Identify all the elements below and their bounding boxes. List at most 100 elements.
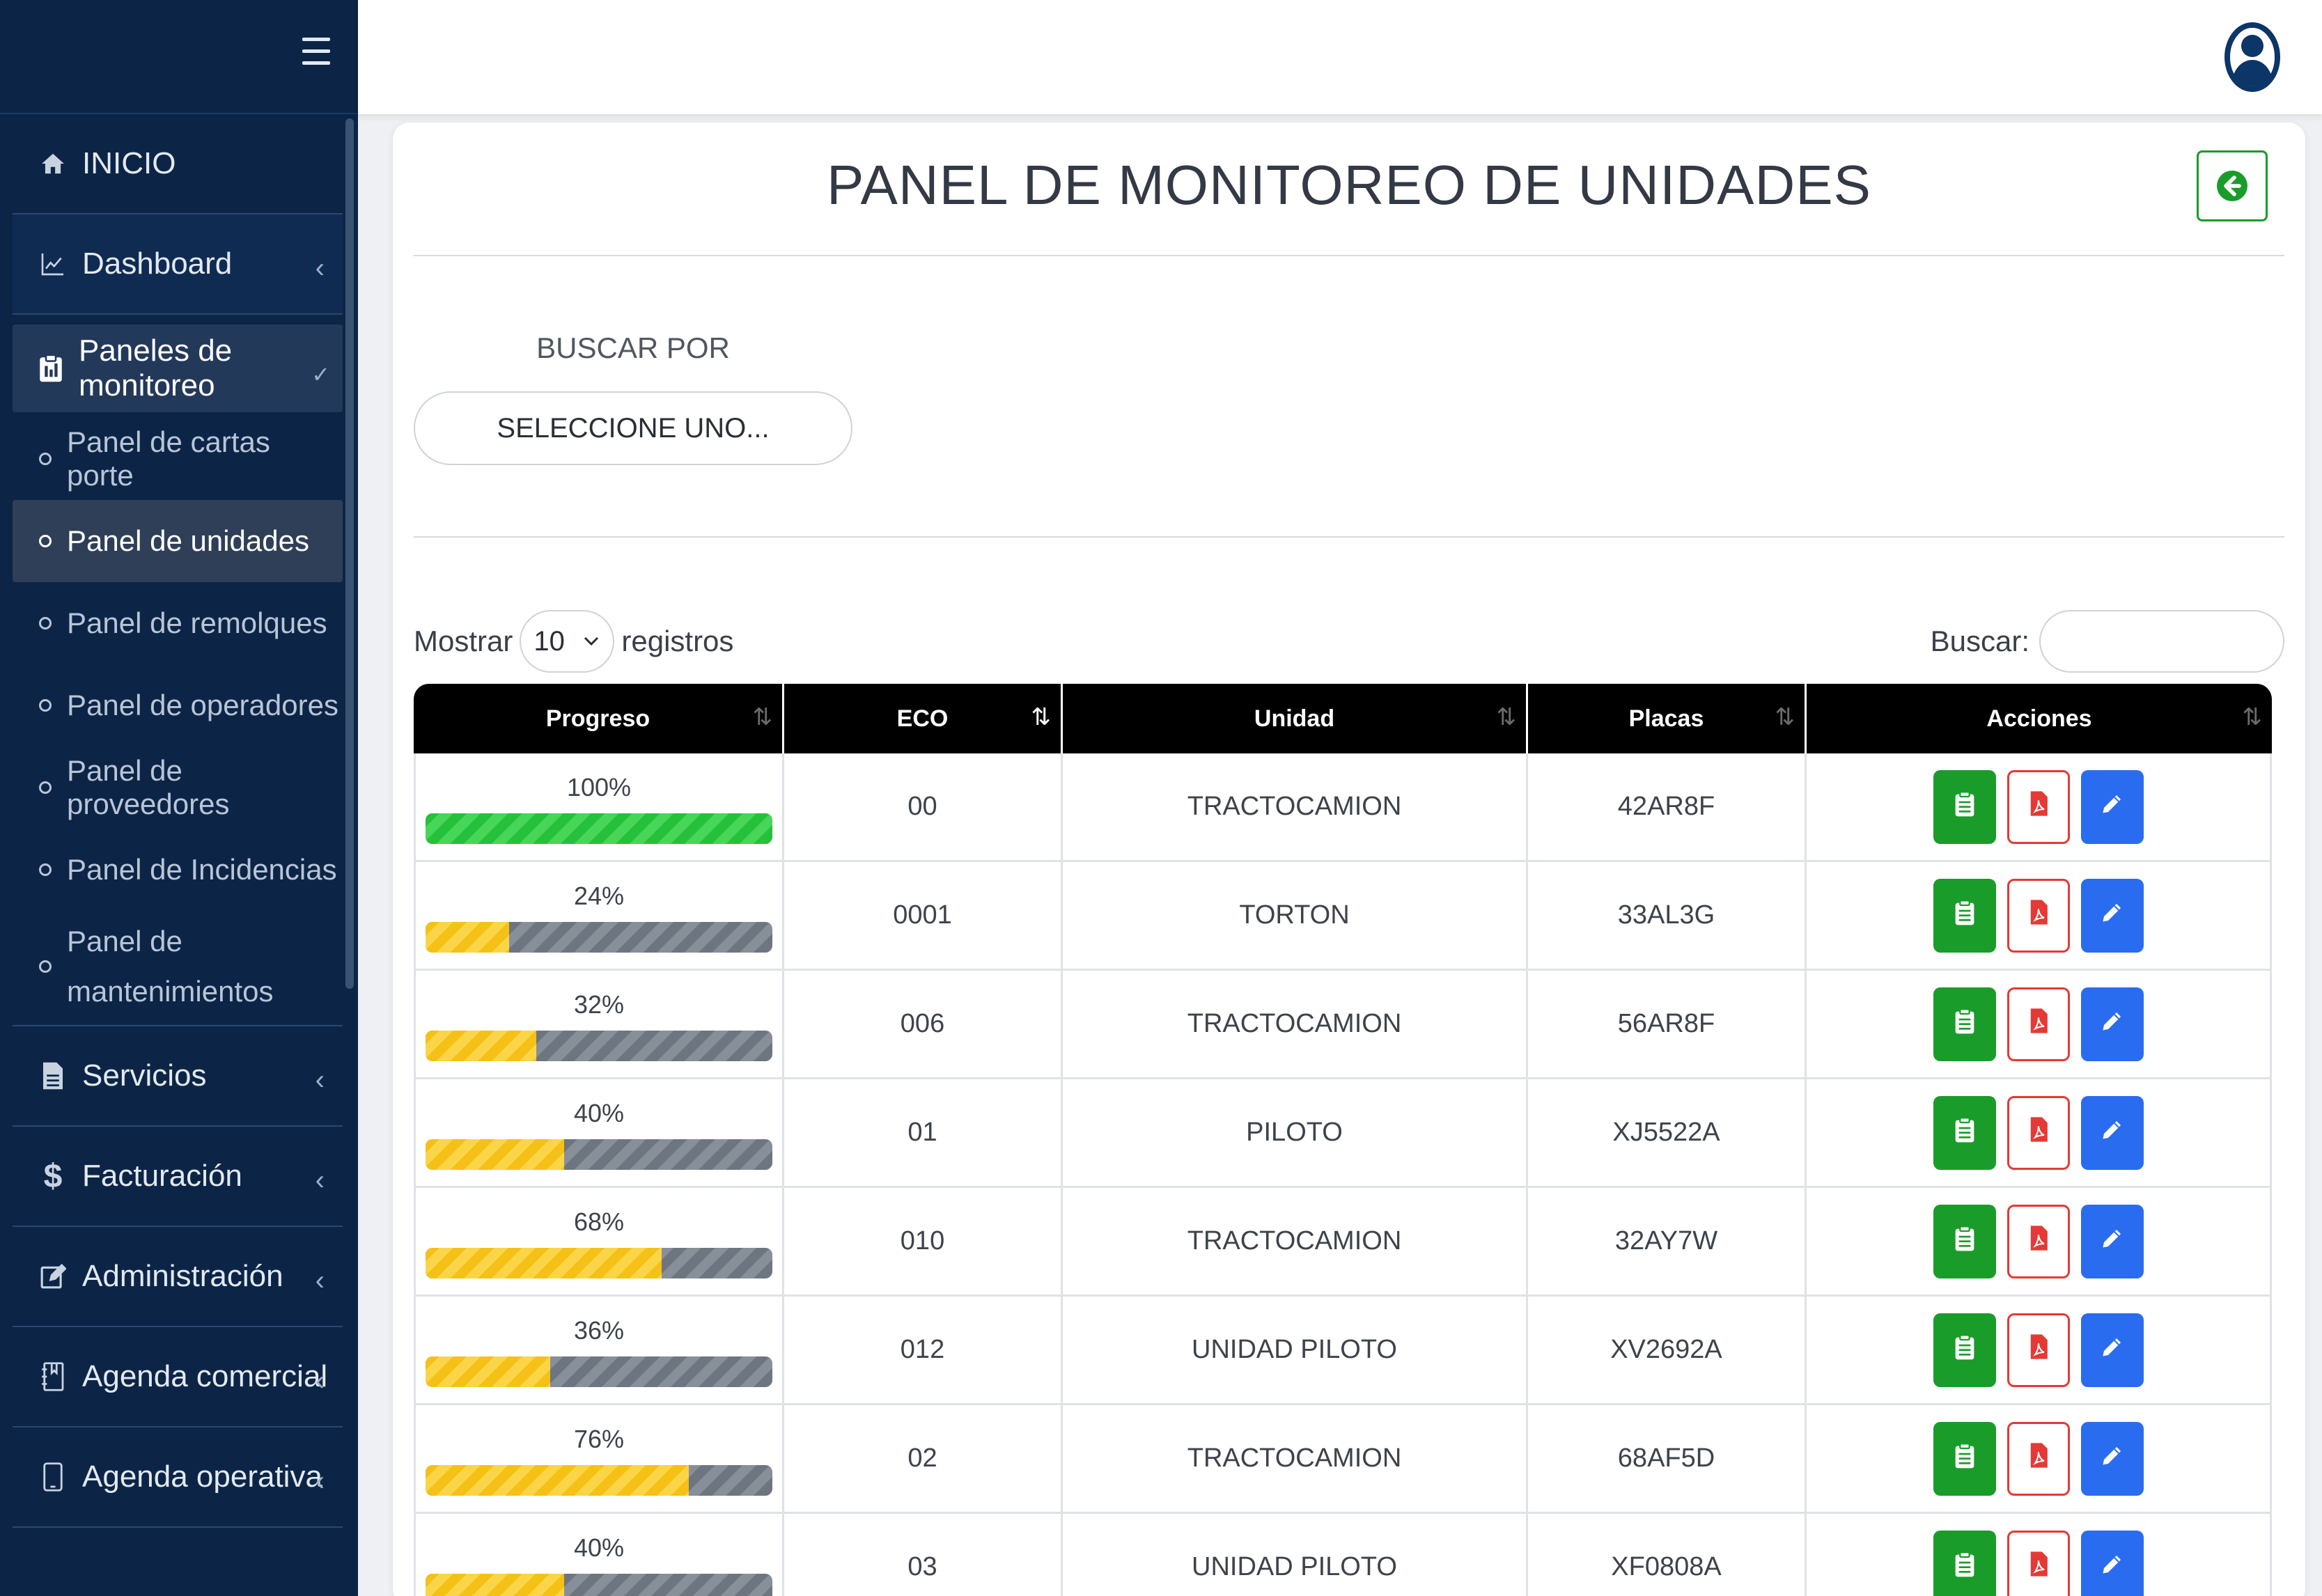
column-header-unidad[interactable]: Unidad ⇅	[1063, 684, 1528, 753]
view-details-button[interactable]	[1933, 1095, 1996, 1170]
pdf-button[interactable]	[2007, 987, 2070, 1061]
edit-button[interactable]	[2080, 878, 2144, 953]
placas-cell: 42AR8F	[1528, 753, 1807, 860]
edit-button[interactable]	[2080, 769, 2144, 844]
pdf-button[interactable]	[2007, 1313, 2070, 1387]
sidebar-item-label: Facturación	[82, 1159, 242, 1193]
pencil-icon	[2100, 1551, 2125, 1583]
view-details-button[interactable]	[1933, 769, 1996, 844]
sidebar-item-servicios[interactable]: Servicios ‹	[13, 1026, 343, 1127]
column-header-eco[interactable]: ECO ⇅	[784, 684, 1063, 753]
edit-button[interactable]	[2080, 1313, 2144, 1387]
progress-cell: 68%	[414, 1188, 784, 1294]
sidebar-item-panel-mantenimientos[interactable]: Panel de mantenimientos	[13, 911, 343, 1022]
search-by-select[interactable]: SELECCIONE UNO...	[414, 391, 852, 465]
clipboard-icon	[1954, 790, 1975, 824]
circle-icon	[39, 699, 52, 712]
column-header-acciones[interactable]: Acciones ⇅	[1807, 684, 2272, 753]
column-header-label: Unidad	[1254, 705, 1335, 732]
sidebar-item-panel-proveedores[interactable]: Panel de proveedores	[13, 746, 343, 829]
search-label: Buscar:	[1930, 625, 2029, 657]
sidebar-item-dashboard[interactable]: Dashboard ‹	[13, 214, 343, 315]
unidad-cell: TRACTOCAMION	[1063, 1405, 1528, 1512]
eco-cell: 00	[784, 753, 1063, 860]
chevron-down-icon	[584, 636, 599, 646]
records-label: registros	[621, 625, 734, 657]
sidebar-item-facturacion[interactable]: $ Facturación ‹	[13, 1127, 343, 1227]
column-header-label: Acciones	[1986, 705, 2092, 732]
sidebar-item-administracion[interactable]: Administración ‹	[13, 1227, 343, 1327]
pdf-button[interactable]	[2007, 1421, 2070, 1496]
view-details-button[interactable]	[1933, 878, 1996, 953]
page-length-select[interactable]: 10	[520, 610, 615, 673]
progress-bar-fill	[426, 1574, 565, 1596]
sidebar-item-paneles-de-monitoreo[interactable]: Paneles de monitoreo ✓	[13, 324, 343, 412]
sort-icon: ⇅	[1775, 704, 1795, 730]
edit-button[interactable]	[2080, 1095, 2144, 1170]
edit-button[interactable]	[2080, 1204, 2144, 1278]
chevron-left-icon: ‹	[315, 253, 325, 283]
chart-line-icon	[38, 249, 68, 279]
pdf-icon	[2027, 1441, 2050, 1476]
sidebar-item-panel-remolques[interactable]: Panel de remolques	[13, 582, 343, 664]
sidebar-item-panel-cartas-porte[interactable]: Panel de cartas porte	[13, 418, 343, 500]
column-header-progreso[interactable]: Progreso ⇅	[414, 684, 784, 753]
view-details-button[interactable]	[1933, 1313, 1996, 1387]
table-row: 100% 00 TRACTOCAMION 42AR8F	[414, 753, 2272, 862]
pdf-button[interactable]	[2007, 1530, 2070, 1596]
pdf-icon	[2027, 790, 2050, 824]
hamburger-menu-icon[interactable]	[302, 38, 330, 68]
column-header-label: ECO	[896, 705, 949, 732]
clipboard-icon	[38, 353, 65, 384]
eco-cell: 02	[784, 1405, 1063, 1512]
pdf-icon	[2027, 1333, 2050, 1368]
clipboard-icon	[1954, 1333, 1975, 1368]
edit-icon	[38, 1261, 68, 1292]
table-row: 32% 006 TRACTOCAMION 56AR8F	[414, 971, 2272, 1079]
view-details-button[interactable]	[1933, 1530, 1996, 1596]
clipboard-icon	[1954, 898, 1975, 933]
edit-button[interactable]	[2080, 987, 2144, 1061]
circle-icon	[39, 453, 52, 465]
column-header-label: Placas	[1628, 705, 1704, 732]
view-details-button[interactable]	[1933, 987, 1996, 1061]
edit-button[interactable]	[2080, 1530, 2144, 1596]
progress-bar-fill	[426, 1356, 551, 1387]
edit-button[interactable]	[2080, 1421, 2144, 1496]
sidebar-scrollbar[interactable]	[345, 118, 354, 989]
unidad-cell: UNIDAD PILOTO	[1063, 1297, 1528, 1403]
view-details-button[interactable]	[1933, 1421, 1996, 1496]
actions-cell	[1807, 1188, 2272, 1294]
progress-bar	[426, 1248, 772, 1278]
progress-bar	[426, 1031, 772, 1061]
sidebar-item-agenda-comercial[interactable]: Agenda comercial ‹	[13, 1327, 343, 1427]
pdf-button[interactable]	[2007, 878, 2070, 953]
sort-icon: ⇅	[2242, 704, 2263, 730]
search-input[interactable]	[2039, 610, 2284, 673]
eco-cell: 010	[784, 1188, 1063, 1294]
pdf-button[interactable]	[2007, 769, 2070, 844]
sidebar-item-agenda-operativa[interactable]: Agenda operativa ‹	[13, 1427, 343, 1528]
sidebar-item-panel-unidades[interactable]: Panel de unidades	[13, 500, 343, 582]
pdf-button[interactable]	[2007, 1204, 2070, 1278]
view-details-button[interactable]	[1933, 1204, 1996, 1278]
sidebar-item-inicio[interactable]: INICIO	[13, 114, 343, 214]
table-row: 24% 0001 TORTON 33AL3G	[414, 862, 2272, 971]
column-header-placas[interactable]: Placas ⇅	[1528, 684, 1807, 753]
sidebar-item-label: Dashboard	[82, 247, 233, 281]
top-bar	[358, 0, 2322, 114]
sidebar-item-panel-operadores[interactable]: Panel de operadores	[13, 664, 343, 746]
clipboard-icon	[1954, 1007, 1975, 1042]
search-by-label: BUSCAR POR	[536, 331, 730, 364]
user-avatar-icon[interactable]	[2224, 21, 2280, 93]
unidad-cell: UNIDAD PILOTO	[1063, 1514, 1528, 1596]
back-button[interactable]	[2197, 150, 2268, 221]
eco-cell: 006	[784, 971, 1063, 1077]
units-table: Progreso ⇅ ECO ⇅ Unidad ⇅ Placas ⇅ Acciones ⇅…	[414, 684, 2272, 1596]
table-row: 68% 010 TRACTOCAMION 32AY7W	[414, 1188, 2272, 1297]
main-card: PANEL DE MONITOREO DE UNIDADES BUSCAR PO…	[393, 123, 2305, 1596]
pdf-button[interactable]	[2007, 1095, 2070, 1170]
sidebar-item-panel-incidencias[interactable]: Panel de Incidencias	[13, 829, 343, 911]
submenu-paneles: Panel de cartas porte Panel de unidades …	[13, 412, 343, 1026]
sidebar-header	[0, 0, 358, 114]
